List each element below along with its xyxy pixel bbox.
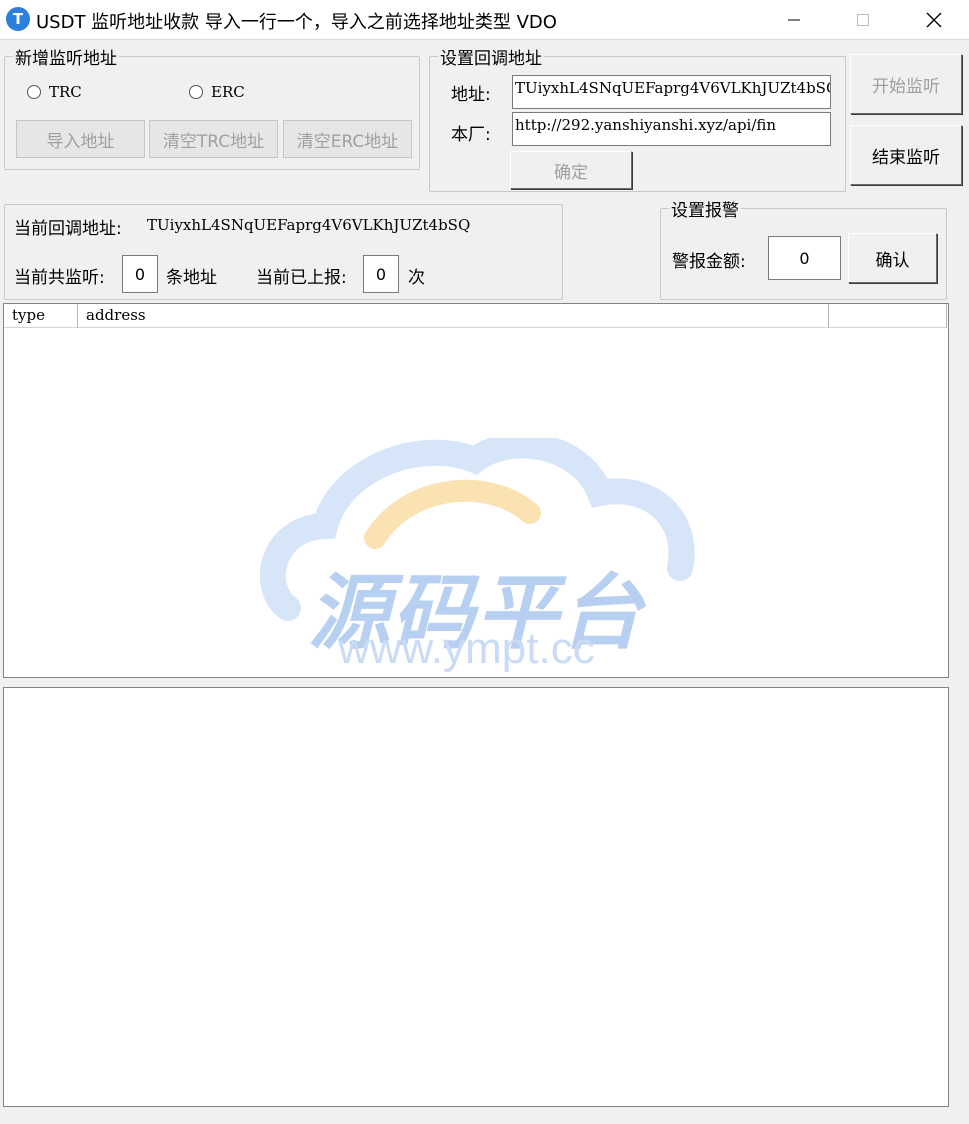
column-extra (829, 304, 947, 328)
alarm-confirm-button[interactable]: 确认 (848, 233, 937, 283)
alarm-legend: 设置报警 (671, 201, 739, 221)
callback-address-input[interactable]: TUiyxhL4SNqUEFaprg4V6VLKhJUZt4bSQ7 (512, 75, 831, 109)
alarm-amount-label: 警报金额: (672, 252, 746, 272)
log-textarea[interactable] (3, 687, 949, 1107)
start-monitor-button[interactable]: 开始监听 (850, 54, 962, 114)
clear-trc-button[interactable]: 清空TRC地址 (149, 120, 278, 158)
factory-label: 本厂: (451, 125, 491, 145)
current-callback-label: 当前回调地址: (14, 219, 122, 239)
stop-monitor-button[interactable]: 结束监听 (850, 125, 962, 185)
list-header: type address (4, 304, 947, 328)
add-address-legend: 新增监听地址 (15, 49, 117, 69)
report-count-box: 0 (363, 255, 399, 293)
factory-url-input[interactable]: http://292.yanshiyanshi.xyz/api/fin (512, 112, 831, 146)
window-title: USDT 监听地址收款 导入一行一个，导入之前选择地址类型 VDO (36, 12, 557, 33)
monitor-count-box: 0 (122, 255, 158, 293)
close-button[interactable] (911, 0, 957, 40)
callback-confirm-button[interactable]: 确定 (510, 151, 632, 189)
alarm-amount-input[interactable]: 0 (768, 236, 841, 280)
column-address[interactable]: address (78, 304, 829, 328)
radio-trc[interactable]: TRC (27, 83, 82, 101)
app-icon: T (6, 7, 30, 31)
close-icon (926, 12, 942, 28)
report-count-prefix: 当前已上报: (256, 268, 347, 288)
minimize-button[interactable] (771, 0, 817, 40)
monitor-count-suffix: 条地址 (166, 268, 217, 288)
radio-trc-circle[interactable] (27, 85, 41, 99)
callback-legend: 设置回调地址 (440, 49, 542, 69)
minimize-icon (788, 19, 800, 21)
maximize-button[interactable] (840, 0, 886, 40)
radio-erc[interactable]: ERC (189, 83, 245, 101)
radio-trc-label: TRC (49, 83, 82, 101)
report-count-suffix: 次 (408, 268, 425, 288)
radio-erc-label: ERC (211, 83, 245, 101)
column-type[interactable]: type (4, 304, 78, 328)
callback-address-label: 地址: (451, 85, 491, 105)
title-bar: T USDT 监听地址收款 导入一行一个，导入之前选择地址类型 VDO (0, 0, 969, 40)
address-list[interactable]: type address (3, 303, 949, 678)
clear-erc-button[interactable]: 清空ERC地址 (283, 120, 412, 158)
current-callback-value: TUiyxhL4SNqUEFaprg4V6VLKhJUZt4bSQ (147, 216, 471, 234)
import-address-button[interactable]: 导入地址 (16, 120, 145, 158)
radio-erc-circle[interactable] (189, 85, 203, 99)
monitor-count-prefix: 当前共监听: (14, 268, 105, 288)
maximize-icon (857, 14, 869, 26)
